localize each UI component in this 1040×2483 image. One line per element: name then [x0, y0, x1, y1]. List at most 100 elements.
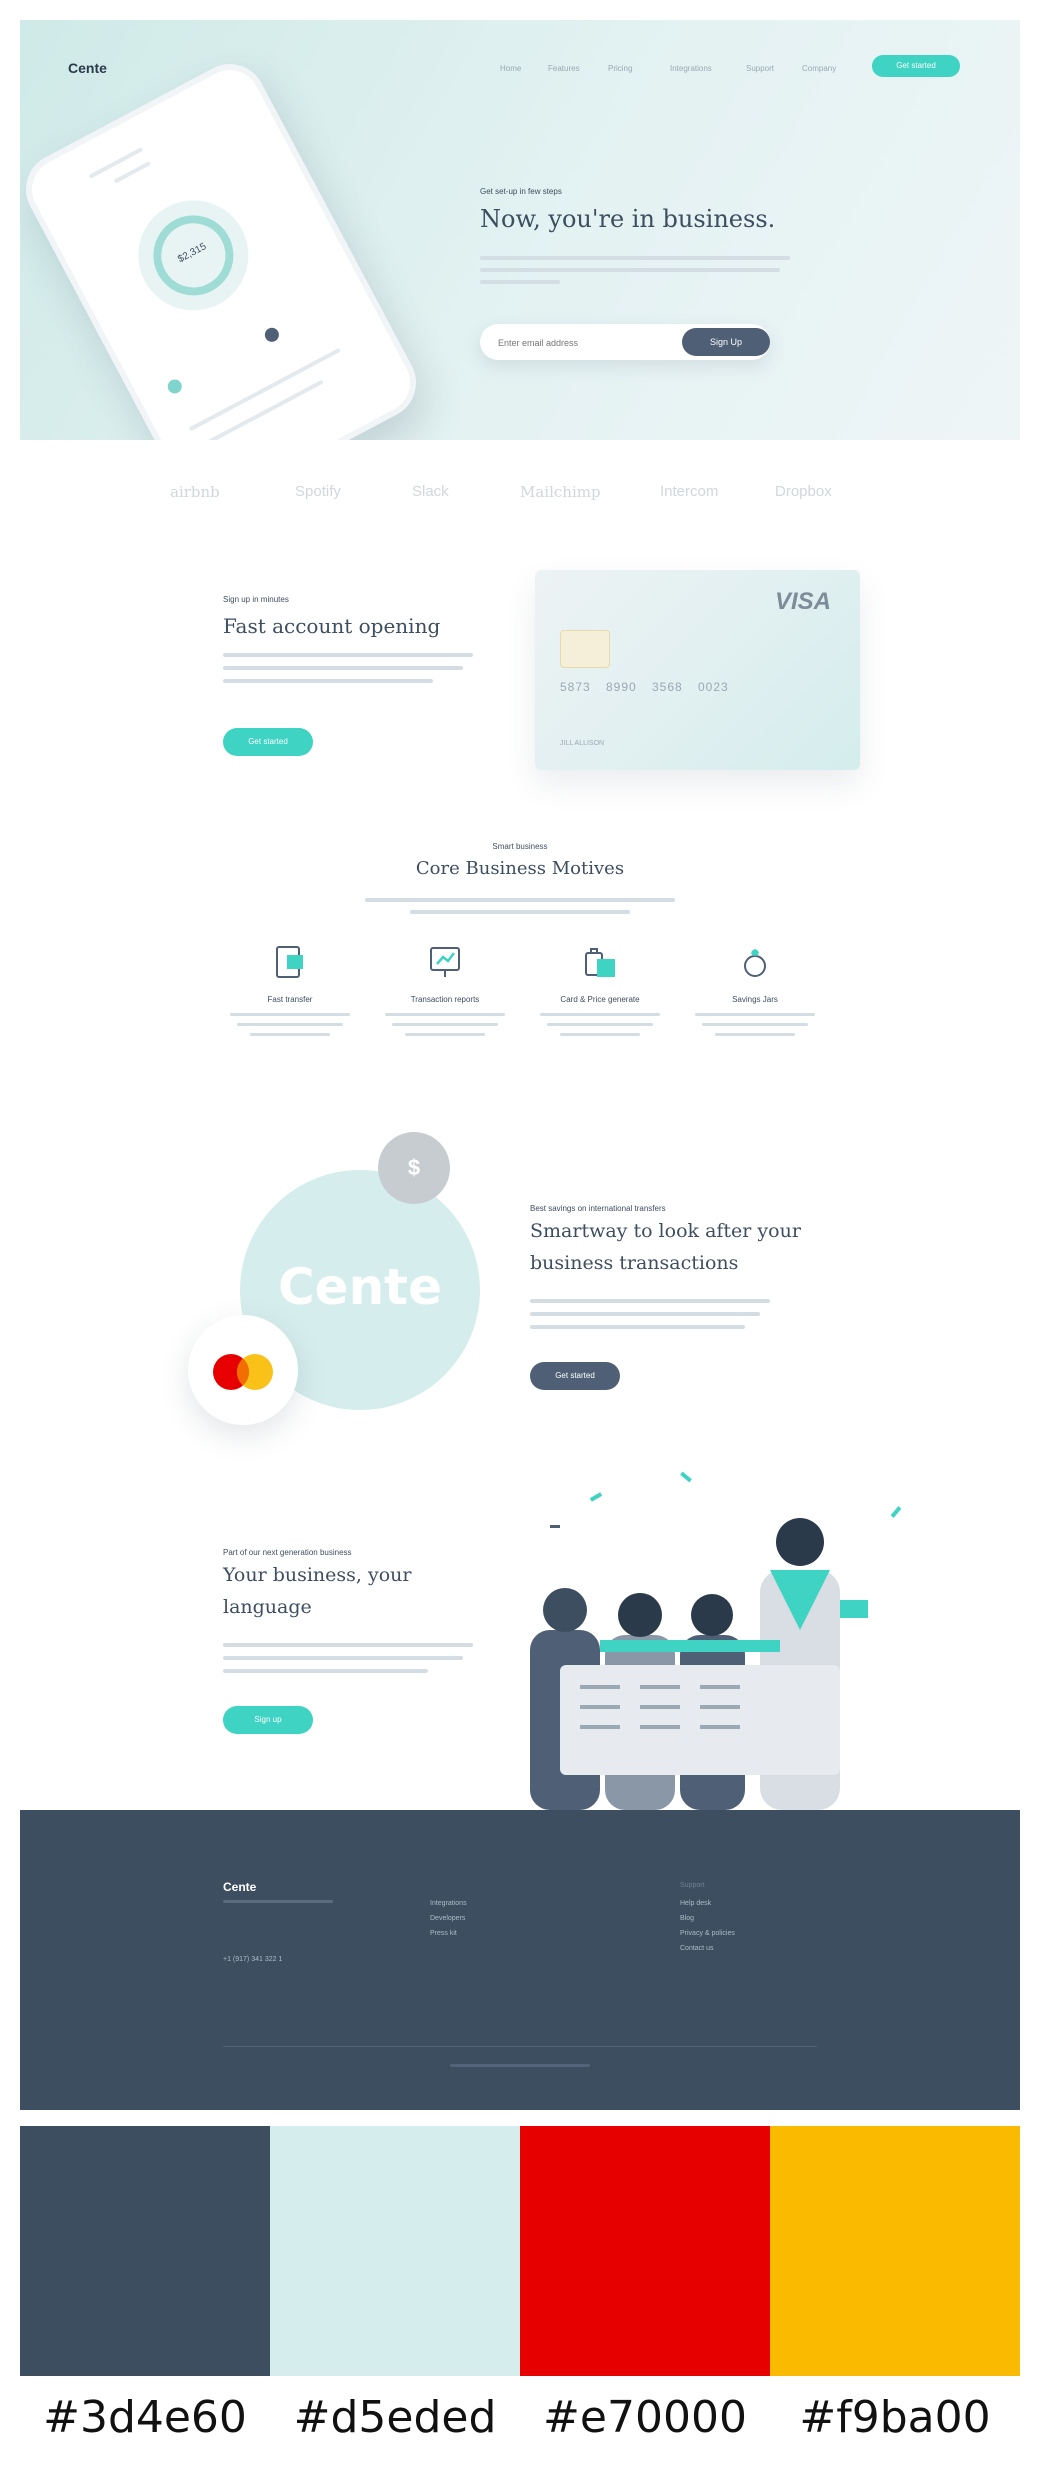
card-number-4: 0023	[698, 680, 729, 694]
nav-item-integrations[interactable]: Integrations	[670, 64, 712, 73]
partner-logo-spotify: Spotify	[295, 483, 341, 500]
motive-text-line	[237, 1023, 343, 1026]
motive-label: Fast transfer	[267, 995, 313, 1004]
hero-text-line	[480, 268, 780, 272]
hero-text-line	[480, 256, 790, 260]
account-title: Fast account opening	[223, 614, 441, 638]
motives-text-line	[365, 898, 675, 902]
palette-label-3: #e70000	[543, 2392, 747, 2443]
footer-link-help-desk[interactable]: Help desk	[680, 1900, 711, 1907]
email-signup-form: Sign Up	[480, 324, 770, 360]
motives-text-line	[410, 910, 630, 914]
footer-phone: +1 (917) 341 322 1	[223, 1956, 283, 1963]
account-get-started-button[interactable]: Get started	[223, 728, 313, 756]
motives-title: Core Business Motives	[415, 858, 625, 879]
footer-brand[interactable]: Cente	[223, 1880, 256, 1894]
card-number-3: 3568	[652, 680, 683, 694]
motive-text-line	[230, 1013, 350, 1016]
phone-dot-icon	[262, 325, 282, 345]
nav-item-pricing[interactable]: Pricing	[608, 64, 632, 73]
motive-label: Card & Price generate	[560, 995, 640, 1004]
partner-logo-mailchimp: Mailchimp	[520, 483, 601, 501]
savings-icon	[738, 945, 772, 979]
footer-link-integrations[interactable]: Integrations	[430, 1900, 467, 1907]
language-title-line-2: language	[223, 1596, 312, 1618]
partner-logo-dropbox: Dropbox	[775, 483, 832, 500]
account-text-line	[223, 653, 473, 657]
account-text-line	[223, 666, 463, 670]
account-text-line	[223, 679, 433, 683]
footer-link-press-kit[interactable]: Press kit	[430, 1930, 457, 1937]
hero-eyebrow: Get set-up in few steps	[480, 187, 562, 196]
footer-link-contact[interactable]: Contact us	[680, 1945, 713, 1952]
footer-link-developers[interactable]: Developers	[430, 1915, 465, 1922]
motive-text-line	[250, 1033, 330, 1036]
partner-logo-airbnb: airbnb	[170, 483, 220, 501]
smartway-text-line	[530, 1299, 770, 1303]
footer: Cente +1 (917) 341 322 1 Integrations De…	[20, 1810, 1020, 2110]
partner-logo-intercom: Intercom	[660, 483, 719, 500]
palette-swatch-3	[520, 2126, 770, 2376]
motive-text-line	[547, 1023, 653, 1026]
nav-item-company[interactable]: Company	[802, 64, 836, 73]
footer-col-head-support: Support	[680, 1882, 705, 1889]
card-number-1: 5873	[560, 680, 591, 694]
hero-section: Cente Home Features Pricing Integrations…	[20, 20, 1020, 440]
get-started-button[interactable]: Get started	[872, 55, 960, 77]
footer-text-line	[223, 1900, 333, 1903]
motive-text-line	[702, 1023, 808, 1026]
palette-label-4: #f9ba00	[799, 2392, 991, 2443]
partner-logo-slack: Slack	[412, 483, 449, 500]
mastercard-icon	[213, 1354, 273, 1390]
hero-text-line	[480, 280, 560, 284]
email-input[interactable]	[496, 334, 650, 352]
phone-subheader-bar	[113, 161, 151, 184]
footer-divider	[223, 2046, 817, 2047]
card-holder: JILL ALLISON	[560, 740, 605, 747]
language-text-line	[223, 1669, 428, 1673]
motive-text-line	[392, 1023, 498, 1026]
phone-header-bar	[88, 147, 144, 179]
brand-logo[interactable]: Cente	[68, 60, 107, 76]
smartway-text-line	[530, 1312, 760, 1316]
nav-item-support[interactable]: Support	[746, 64, 774, 73]
smartway-text-line	[530, 1325, 745, 1329]
motive-text-line	[540, 1013, 660, 1016]
footer-link-blog[interactable]: Blog	[680, 1915, 694, 1922]
motive-text-line	[715, 1033, 795, 1036]
palette-label-2: #d5eded	[293, 2392, 497, 2443]
sign-up-button[interactable]: Sign Up	[682, 328, 770, 356]
language-title-line-1: Your business, your	[223, 1564, 412, 1586]
motive-card-savings-jars[interactable]: Savings Jars	[690, 945, 820, 1080]
motive-label: Transaction reports	[410, 995, 480, 1004]
palette-swatch-1	[20, 2126, 270, 2376]
report-icon	[428, 945, 462, 979]
nav-item-features[interactable]: Features	[548, 64, 580, 73]
smartway-title-line-2: business transactions	[530, 1252, 739, 1274]
smartway-get-started-button[interactable]: Get started	[530, 1362, 620, 1390]
motive-text-line	[695, 1013, 815, 1016]
motive-card-transaction-reports[interactable]: Transaction reports	[380, 945, 510, 1080]
small-badge-circle: $	[378, 1132, 450, 1204]
motive-card-fast-transfer[interactable]: Fast transfer	[225, 945, 355, 1080]
footer-copyright-line	[450, 2064, 590, 2067]
motive-label: Savings Jars	[732, 995, 778, 1004]
visa-card: VISA 5873 8990 3568 0023 JILL ALLISON	[535, 570, 860, 770]
account-eyebrow: Sign up in minutes	[223, 595, 289, 604]
language-text-line	[223, 1656, 463, 1660]
motive-card-card-price[interactable]: Card & Price generate	[535, 945, 665, 1080]
motive-text-line	[385, 1013, 505, 1016]
partner-logos: airbnb Spotify Slack Mailchimp Intercom …	[20, 475, 1020, 515]
nav-item-home[interactable]: Home	[500, 64, 521, 73]
motive-text-line	[560, 1033, 640, 1036]
language-sign-up-button[interactable]: Sign up	[223, 1706, 313, 1734]
transfer-icon	[273, 945, 307, 979]
footer-link-privacy[interactable]: Privacy & policies	[680, 1930, 735, 1937]
phone-dot-icon	[165, 377, 185, 396]
visa-logo: VISA	[775, 588, 832, 615]
cente-circle-word: Cente	[277, 1258, 442, 1316]
team-illustration	[530, 1471, 902, 1810]
card-icon	[583, 945, 617, 979]
phone-row-bar	[188, 347, 341, 432]
language-text-line	[223, 1643, 473, 1647]
